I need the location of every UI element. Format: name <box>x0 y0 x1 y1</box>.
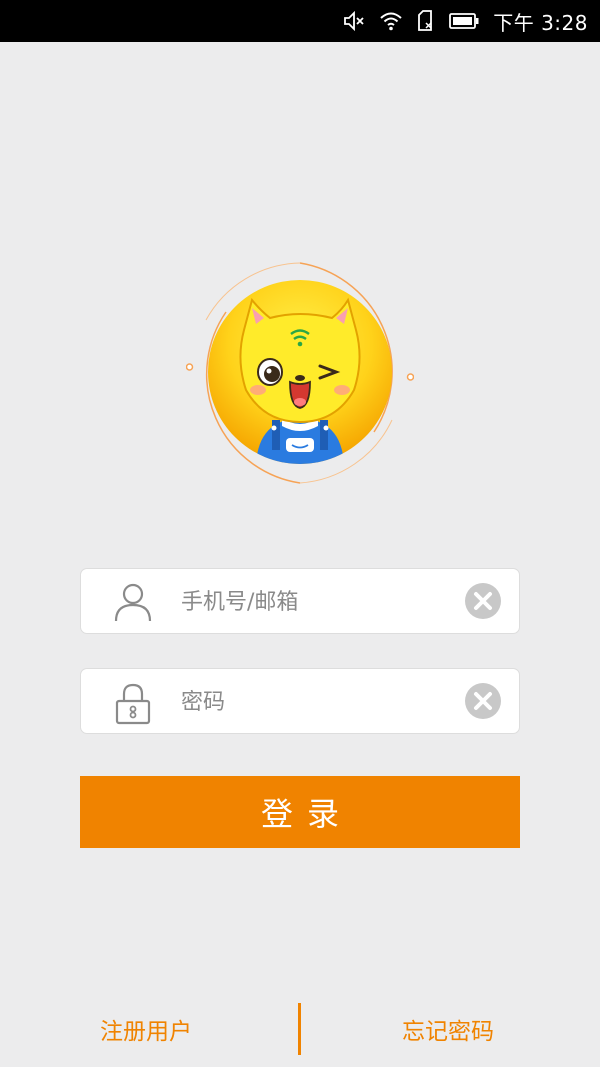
clear-password-button[interactable] <box>465 683 501 719</box>
user-icon <box>113 582 153 622</box>
battery-icon <box>449 12 479 30</box>
footer-divider <box>298 1003 301 1055</box>
login-screen: 下午 3:28 手机号/邮箱 登录 注册用户 忘记密码 <box>0 0 600 1067</box>
phone-email-field <box>80 568 520 634</box>
clear-icon <box>474 592 492 610</box>
no-sim-icon <box>417 9 435 33</box>
status-bar: 下午 3:28 <box>0 0 600 42</box>
forgot-password-link[interactable]: 忘记密码 <box>402 1012 494 1046</box>
clear-phone-button[interactable] <box>465 583 501 619</box>
lock-icon <box>113 682 153 725</box>
avatar <box>186 260 414 488</box>
password-input[interactable] <box>181 679 451 725</box>
status-time: 下午 3:28 <box>493 10 588 35</box>
password-field <box>80 668 520 734</box>
login-button[interactable]: 登录 <box>80 776 520 848</box>
phone-email-input[interactable] <box>181 579 451 625</box>
wifi-icon <box>379 10 403 32</box>
clear-icon <box>474 692 492 710</box>
mute-icon <box>343 10 365 32</box>
register-link[interactable]: 注册用户 <box>100 1012 192 1046</box>
